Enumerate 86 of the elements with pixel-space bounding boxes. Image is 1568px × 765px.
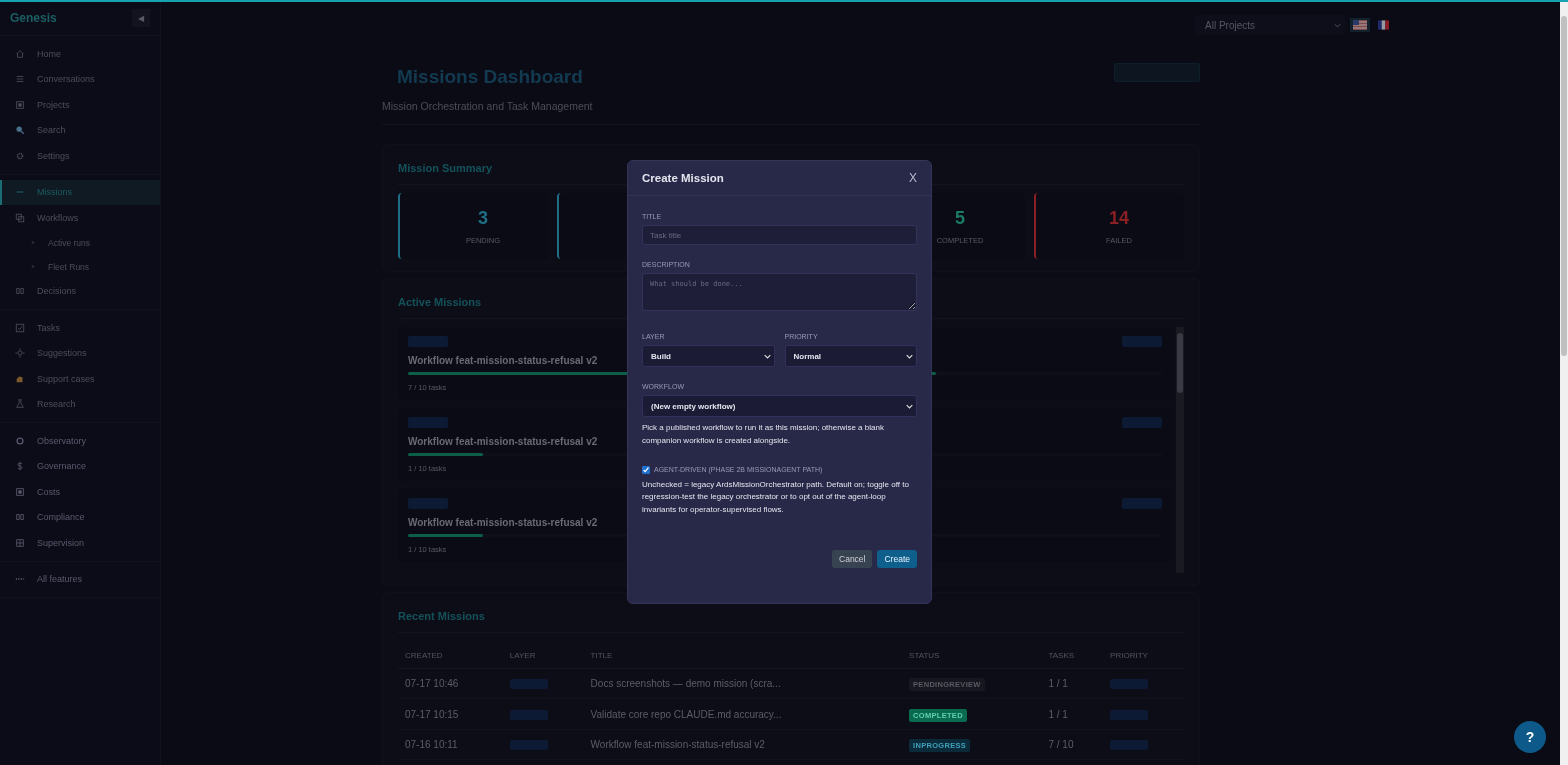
chevron-down-icon (1334, 22, 1341, 28)
dialog-title: Create Mission (642, 172, 724, 184)
language-button[interactable] (1350, 18, 1370, 32)
priority-select[interactable]: Normal (784, 345, 917, 367)
table-cell: 07-17 10:46 (398, 668, 503, 699)
scrollbar[interactable] (1560, 2, 1568, 765)
search-icon (15, 125, 25, 136)
stat-value: 5 (955, 207, 965, 229)
sidebar-item[interactable]: Search (0, 117, 160, 143)
list-icon (15, 74, 25, 85)
priority-tag (1122, 498, 1162, 509)
layer-tag (509, 709, 548, 720)
mission-title: Workflow feat-mission-status-refusal v2 (408, 436, 598, 447)
layer-tag (408, 336, 448, 347)
sun-icon (15, 348, 25, 359)
chevron-down-icon (906, 353, 913, 359)
column-header: CREATED (398, 641, 503, 669)
create-button[interactable]: Create (877, 550, 917, 568)
page-subtitle: Mission Orchestration and Task Management (382, 100, 593, 112)
table-cell: 7 / 10 (1041, 729, 1104, 760)
brand-logo: Genesis (10, 11, 57, 25)
flag-icon (1378, 19, 1389, 31)
priority-tag (1110, 679, 1149, 690)
circle-icon (15, 435, 25, 446)
column-header: STATUS (902, 641, 1042, 669)
help-text: Pick a published workflow to run it as this mission; otherwise a blank companion workflow is created alongside. (642, 422, 885, 447)
copy-icon (15, 212, 25, 223)
layer-tag (408, 417, 448, 428)
sidebar-item[interactable]: Projects (0, 92, 160, 118)
table-cell: 07-16 10:11 (398, 729, 503, 760)
gear-icon (15, 150, 25, 161)
layer-tag (509, 679, 548, 690)
help-text: Unchecked = legacy ArdsMissionOrchestrator path. Default on; toggle off to regression-test the legacy orchestrator or to opt out of the agent-loop invariants for operator-supervised flows. (642, 478, 910, 517)
priority-tag (1122, 336, 1162, 347)
table-cell: Workflow feat-mission-status-refusal v2 (583, 729, 903, 760)
table-cell: 1 / 1 (1041, 668, 1104, 699)
mission-title: Workflow feat-mission-status-refusal v2 (408, 355, 598, 366)
table-cell: 1 / 1 (1041, 698, 1104, 730)
column-header: TASKS (1041, 641, 1104, 669)
mission-title: Workflow feat-mission-status-refusal v2 (408, 517, 598, 528)
grid-icon (15, 537, 25, 548)
layer-select[interactable]: Build (642, 345, 775, 367)
priority-tag (1110, 740, 1149, 751)
chevron-down-icon (906, 403, 913, 409)
dollar-icon (15, 461, 25, 472)
sidebar-item[interactable]: Missions (0, 179, 160, 205)
square-icon (15, 99, 25, 110)
stat-value: 3 (478, 207, 488, 229)
title-field[interactable]: Task title (642, 225, 917, 245)
sidebar-item[interactable]: Conversations (0, 66, 160, 92)
layer-tag (408, 498, 448, 509)
priority-tag (1122, 417, 1162, 428)
sidebar-item[interactable]: Research (0, 391, 160, 417)
page-title: Missions Dashboard (397, 66, 584, 88)
sidebar-item[interactable]: Decisions (0, 278, 160, 304)
priority-tag (1110, 709, 1149, 720)
sidebar-item[interactable]: Settings (0, 143, 160, 169)
triangle-icon (31, 240, 36, 245)
layer-tag (509, 740, 548, 751)
column-header: PRIORITY (1103, 641, 1184, 669)
square-icon (15, 486, 25, 497)
flask-icon (15, 399, 25, 410)
flag-icon (1353, 20, 1367, 30)
sidebar-item[interactable]: Tasks (0, 315, 160, 341)
close-button[interactable]: X (909, 171, 917, 185)
workflow-select[interactable]: (New empty workflow) (642, 395, 917, 417)
sidebar-item[interactable]: Workflows (0, 205, 160, 231)
home-icon (15, 48, 25, 59)
table-cell: Validate core repo CLAUDE.md accuracy... (583, 698, 903, 730)
stat-value: 14 (1109, 207, 1129, 229)
sidebar-subitem[interactable]: Fleet Runs (0, 254, 160, 279)
column-header: TITLE (583, 641, 903, 669)
table-cell: 07-17 10:15 (398, 698, 503, 730)
chevron-down-icon (763, 353, 771, 359)
agent-checkbox[interactable] (642, 465, 650, 474)
cancel-button[interactable]: Cancel (832, 550, 873, 568)
project-select[interactable]: All Projects (1195, 15, 1345, 35)
scrollbar[interactable] (1176, 327, 1184, 573)
check-icon (15, 322, 25, 333)
column-header: LAYER (502, 641, 584, 669)
table-cell: Docs screenshots — demo mission (scra... (583, 668, 903, 699)
sidebar-item[interactable]: Suggestions (0, 340, 160, 366)
triangle-icon (31, 264, 36, 269)
help-button[interactable]: ? (1514, 721, 1546, 753)
language-button[interactable] (1375, 17, 1392, 33)
collapse-button[interactable]: ◀ (132, 9, 150, 27)
